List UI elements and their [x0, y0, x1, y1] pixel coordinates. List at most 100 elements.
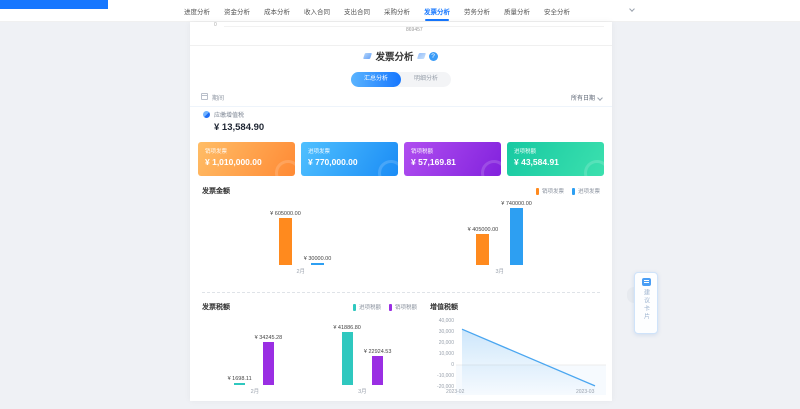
bar [510, 208, 523, 265]
invoice-amount-chart: 发票金额 销项发票进项发票 ¥ 605000.00¥ 30000.002月¥ 4… [202, 185, 600, 285]
bar [372, 356, 383, 385]
nav-tabs: 进度分析 资金分析 成本分析 收入合同 支出合同 采购分析 发票分析 劳务分析 质量分析 安全分析 [184, 0, 570, 22]
bar [342, 332, 353, 385]
top-left-blue-bar [0, 0, 108, 9]
summary-card: 进项税额¥ 43,584.91 [507, 142, 604, 176]
analysis-nav-bar: 进度分析 资金分析 成本分析 收入合同 支出合同 采购分析 发票分析 劳务分析 质量分析 安全分析 [0, 0, 800, 22]
invoice-analysis-panel: 0 869457 发票分析 ? 汇总分析明细分析 期间 所有日期 应缴增值税 ¥ [190, 22, 612, 401]
nav-collapse-chevron-icon[interactable] [629, 6, 635, 12]
bar-value-label: ¥ 34245.28 [255, 335, 283, 341]
legend-item: 销项税额 [389, 303, 417, 311]
bar-column: ¥ 1698.11 [228, 376, 252, 385]
category-label: 2月 [228, 387, 283, 395]
bar-value-label: ¥ 41886.80 [333, 325, 361, 331]
summary-cards: 销项发票¥ 1,010,000.00进项发票¥ 770,000.00销项税额¥ … [198, 142, 604, 176]
legend-marker [389, 304, 392, 311]
bar-group: ¥ 41886.80¥ 22924.533月 [333, 325, 391, 385]
y-axis-tick-label: 40,000 [430, 318, 454, 324]
summary-card: 销项发票¥ 1,010,000.00 [198, 142, 295, 176]
title-decor-right-icon [417, 53, 426, 59]
bar-column: ¥ 405000.00 [468, 227, 499, 265]
nav-tab-6[interactable]: 采购分析 [384, 6, 410, 16]
summary-card: 进项发票¥ 770,000.00 [301, 142, 398, 176]
bar-column: ¥ 30000.00 [304, 256, 332, 265]
bar-value-label: ¥ 22924.53 [364, 349, 392, 355]
x-axis-tick-label: 2023-03 [576, 389, 594, 395]
y-axis-tick-label: 30,000 [430, 329, 454, 335]
legend-marker [536, 188, 539, 195]
nav-tab-9[interactable]: 质量分析 [504, 6, 530, 16]
nav-tab-3[interactable]: 成本分析 [264, 6, 290, 16]
nav-tab-7[interactable]: 发票分析 [424, 6, 450, 16]
chat-bubble-icon [642, 278, 651, 286]
bar-column: ¥ 41886.80 [333, 325, 361, 385]
y-axis-tick-label: 20,000 [430, 340, 454, 346]
bar-column: ¥ 740000.00 [501, 201, 532, 265]
chart-legend: 进项税额 销项税额 [353, 303, 417, 311]
vat-payable-kpi: 应缴增值税 ¥ 13,584.90 [203, 110, 264, 133]
page-title: 发票分析 [375, 49, 413, 63]
nav-tab-8[interactable]: 劳务分析 [464, 6, 490, 16]
summary-card-label: 进项税额 [514, 147, 604, 155]
chart-title: 发票税额 [202, 302, 230, 312]
calendar-icon [201, 93, 208, 100]
previous-chart-axis-label: 0 [214, 22, 217, 28]
nav-tab-10[interactable]: 安全分析 [544, 6, 570, 16]
y-axis-tick-label: 10,000 [430, 351, 454, 357]
widget-collapse-handle[interactable] [627, 287, 634, 303]
kpi-label: 应缴增值税 [214, 110, 244, 119]
summary-card-label: 销项税额 [411, 147, 501, 155]
kpi-value: ¥ 13,584.90 [214, 122, 264, 133]
legend-label: 销项发票 [542, 187, 564, 195]
nav-tab-2[interactable]: 资金分析 [224, 6, 250, 16]
legend-marker [572, 188, 575, 195]
category-label: 3月 [333, 387, 391, 395]
divider [190, 106, 612, 107]
bar-group: ¥ 1698.11¥ 34245.282月 [228, 335, 283, 385]
bar-value-label: ¥ 405000.00 [468, 227, 499, 233]
feedback-widget-label: 建议卡片 [642, 289, 651, 321]
y-axis-tick-label: -10,000 [430, 373, 454, 379]
period-label: 期间 [212, 93, 224, 102]
help-icon[interactable]: ? [429, 52, 438, 61]
legend-marker [353, 304, 356, 311]
nav-tab-1[interactable]: 进度分析 [184, 6, 210, 16]
category-label: 3月 [468, 267, 532, 275]
chevron-down-icon [597, 95, 603, 101]
bar-value-label: ¥ 1698.11 [228, 376, 252, 382]
bar-plot: ¥ 1698.11¥ 34245.282月¥ 41886.80¥ 22924.5… [202, 325, 417, 385]
invoice-analysis-dashboard: 进度分析资金分析成本分析收入合同支出合同采购分析发票分析劳务分析质量分析安全分析… [0, 0, 800, 409]
bar-group: ¥ 605000.00¥ 30000.002月 [270, 211, 331, 265]
vat-amount-chart: 增值税额 40,00030,00020,00010,0000-10,000-20… [430, 301, 608, 401]
summary-card-label: 销项发票 [205, 147, 295, 155]
view-toggle-option-2[interactable]: 明细分析 [401, 72, 451, 87]
bar [311, 263, 324, 265]
nav-tab-5[interactable]: 支出合同 [344, 6, 370, 16]
bar-value-label: ¥ 740000.00 [501, 201, 532, 207]
chart-title: 发票金额 [202, 186, 230, 196]
title-row: 发票分析 ? [190, 49, 612, 63]
bar [263, 342, 274, 385]
bar-group: ¥ 405000.00¥ 740000.003月 [468, 201, 532, 265]
summary-card: 销项税额¥ 57,169.81 [404, 142, 501, 176]
legend-item: 进项发票 [572, 187, 600, 195]
summary-card-label: 进项发票 [308, 147, 398, 155]
feedback-widget[interactable]: 建议卡片 [634, 272, 658, 334]
chart-title: 增值税额 [430, 302, 458, 312]
legend-label: 销项税额 [395, 303, 417, 311]
bar-value-label: ¥ 30000.00 [304, 256, 332, 262]
bar-column: ¥ 605000.00 [270, 211, 301, 265]
kpi-dot-icon [203, 111, 210, 118]
view-toggle-option-1[interactable]: 汇总分析 [351, 72, 401, 87]
filter-row: 期间 所有日期 [190, 90, 612, 104]
legend-item: 进项税额 [353, 303, 381, 311]
dashed-divider [202, 292, 600, 293]
date-range-value: 所有日期 [571, 93, 595, 102]
date-range-select[interactable]: 所有日期 [571, 93, 602, 102]
legend-label: 进项发票 [578, 187, 600, 195]
title-decor-left-icon [364, 53, 373, 59]
nav-tab-4[interactable]: 收入合同 [304, 6, 330, 16]
category-label: 2月 [270, 267, 331, 275]
bar-plot: ¥ 605000.00¥ 30000.002月 ¥ 405000.00 ¥ 7400… [202, 201, 600, 265]
vat-line-chart-svg [456, 321, 606, 395]
